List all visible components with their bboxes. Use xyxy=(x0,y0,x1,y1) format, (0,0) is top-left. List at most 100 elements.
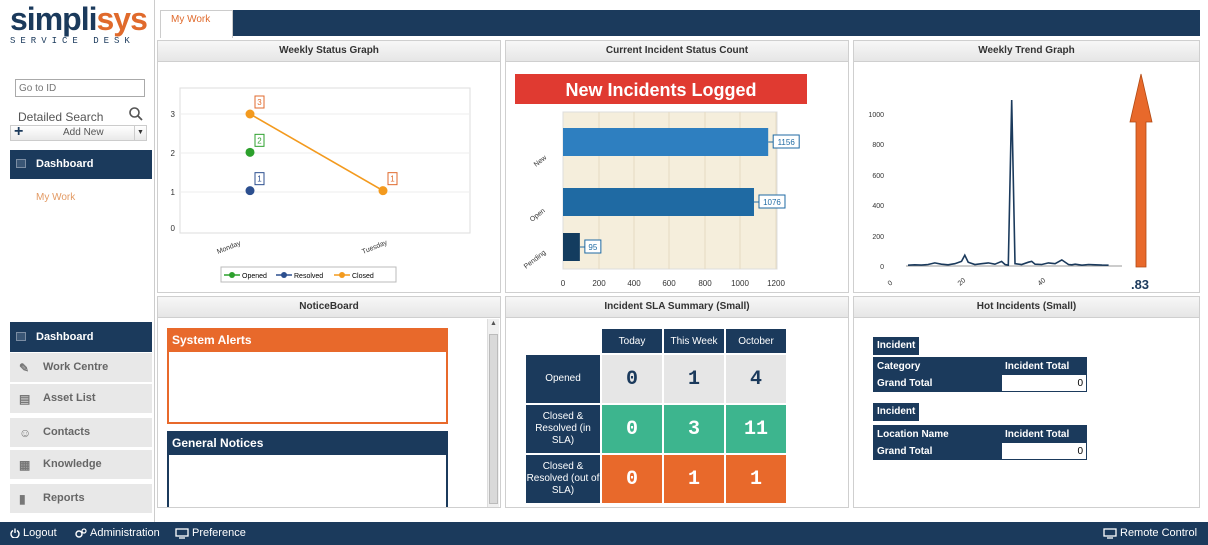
dashboard-icon xyxy=(16,332,26,341)
sidebar-item-work-centre[interactable]: ✎ Work Centre xyxy=(10,353,152,383)
column-header: October xyxy=(726,329,786,353)
x-tick: 0 xyxy=(561,279,566,288)
gears-icon xyxy=(75,528,87,538)
sidebar-item-dashboard-top[interactable]: Dashboard xyxy=(10,150,152,179)
remote-control-button[interactable]: Remote Control xyxy=(1103,527,1197,539)
sla-value[interactable]: 0 xyxy=(602,355,662,403)
y-tick: 0 xyxy=(171,224,176,233)
sidebar-item-knowledge[interactable]: ▦ Knowledge xyxy=(10,450,152,480)
row-header: Closed & Resolved (in SLA) xyxy=(526,405,600,453)
x-tick: 20 xyxy=(957,277,968,287)
legend[interactable]: Opened Resolved Closed xyxy=(220,266,397,283)
weekly-status-panel: Weekly Status Graph 3 2 1 0 Monday Tuesd… xyxy=(157,40,501,293)
up-arrow-icon xyxy=(1129,73,1153,268)
sidebar-item-label: Reports xyxy=(43,492,85,504)
data-label: 1 xyxy=(257,175,262,184)
legend-label: Opened xyxy=(242,273,267,280)
sla-value[interactable]: 3 xyxy=(664,405,724,453)
incident-tag: Incident xyxy=(873,403,920,421)
bar[interactable] xyxy=(563,233,580,261)
x-tick: Monday xyxy=(216,240,242,256)
bar-label: 95 xyxy=(588,243,597,252)
x-tick: 200 xyxy=(592,279,606,288)
hot-location-table: Location Name Incident Total Grand Total 0 xyxy=(873,425,1087,460)
legend-marker-resolved xyxy=(281,272,287,278)
sidebar-item-dashboard[interactable]: Dashboard xyxy=(10,322,152,352)
bar[interactable] xyxy=(563,128,769,156)
administration-label: Administration xyxy=(90,527,160,539)
y-tick: 3 xyxy=(171,110,176,119)
sla-value[interactable]: 1 xyxy=(664,455,724,503)
sla-value[interactable]: 1 xyxy=(664,355,724,403)
panel-title: Current Incident Status Count xyxy=(506,41,848,62)
bottom-bar: Logout Administration Preference Remote … xyxy=(0,522,1208,545)
x-tick: 800 xyxy=(698,279,712,288)
sidebar-item-label: Dashboard xyxy=(36,331,94,343)
table-row: Opened 0 1 4 xyxy=(526,355,786,403)
bar-label: 1076 xyxy=(763,198,781,207)
goto-id-input[interactable] xyxy=(15,79,145,97)
plus-icon: + xyxy=(14,123,24,140)
sla-value[interactable]: 0 xyxy=(602,405,662,453)
sla-value[interactable]: 1 xyxy=(726,455,786,503)
sidebar: simplisys SERVICE DESK Detailed Search +… xyxy=(0,0,155,522)
logout-label: Logout xyxy=(23,527,57,539)
x-ticks: Monday Tuesday xyxy=(216,239,389,256)
remote-control-label: Remote Control xyxy=(1120,527,1198,539)
system-alerts-box: System Alerts xyxy=(167,328,448,424)
sla-table: Today This Week October Opened 0 1 4 Clo… xyxy=(524,327,788,505)
data-point[interactable] xyxy=(378,186,388,196)
row-header: Grand Total xyxy=(873,442,1002,460)
preference-button[interactable]: Preference xyxy=(175,527,246,539)
category-label: Open xyxy=(529,207,547,223)
scroll-up-icon[interactable]: ▲ xyxy=(490,320,497,327)
grand-total-value: 0 xyxy=(1001,442,1087,460)
sidebar-item-label: Dashboard xyxy=(36,158,94,170)
chevron-down-icon[interactable]: ▼ xyxy=(134,126,146,140)
data-point[interactable] xyxy=(245,109,255,119)
column-header: Incident Total xyxy=(1001,357,1087,375)
logo[interactable]: simplisys SERVICE DESK xyxy=(10,3,155,46)
sidebar-item-asset-list[interactable]: ▤ Asset List xyxy=(10,384,152,414)
current-incident-panel: Current Incident Status Count New Incide… xyxy=(505,40,849,293)
dashboard-icon xyxy=(16,159,26,168)
scrollbar-thumb[interactable] xyxy=(489,334,498,504)
tab-my-work[interactable]: My Work xyxy=(160,10,233,38)
logout-button[interactable]: Logout xyxy=(10,527,57,539)
banner-text: New Incidents Logged xyxy=(565,80,756,100)
noticeboard-scrollbar[interactable]: ▲ xyxy=(487,319,499,507)
app-window: simplisys SERVICE DESK Detailed Search +… xyxy=(0,0,1208,545)
sidebar-item-reports[interactable]: ▮ Reports xyxy=(10,484,152,514)
asset-icon: ▤ xyxy=(19,392,31,406)
sidebar-item-contacts[interactable]: ☺ Contacts xyxy=(10,418,152,448)
data-label: 3 xyxy=(257,98,262,107)
panel-title: Weekly Status Graph xyxy=(158,41,500,62)
weekly-status-chart: 3 2 1 0 Monday Tuesday 3 2 1 1 Opened Resol… xyxy=(171,87,471,283)
book-icon: ▦ xyxy=(19,458,31,472)
trend-line xyxy=(907,99,1109,267)
sla-value[interactable]: 11 xyxy=(726,405,786,453)
contacts-icon: ☺ xyxy=(19,426,32,440)
detailed-search-link[interactable]: Detailed Search xyxy=(18,110,103,124)
general-notices-title: General Notices xyxy=(169,433,446,455)
hot-incidents-panel: Hot Incidents (Small) Incident Category I… xyxy=(853,296,1200,508)
power-icon xyxy=(10,528,20,538)
sla-summary-panel: Incident SLA Summary (Small) Today This … xyxy=(505,296,849,508)
sla-value[interactable]: 0 xyxy=(602,455,662,503)
administration-button[interactable]: Administration xyxy=(75,527,160,539)
bar[interactable] xyxy=(563,188,754,216)
data-point[interactable] xyxy=(245,147,255,157)
data-point[interactable] xyxy=(245,186,255,196)
category-label: Pending xyxy=(523,249,548,270)
x-tick: 1000 xyxy=(731,279,749,288)
my-work-link[interactable]: My Work xyxy=(36,192,75,203)
y-ticks: 3 2 1 0 xyxy=(171,110,176,233)
add-new-dropdown[interactable]: + Add New ▼ xyxy=(10,123,147,141)
search-icon[interactable] xyxy=(128,106,144,122)
logo-subtitle: SERVICE DESK xyxy=(10,36,135,46)
y-tick: 1000 xyxy=(868,112,884,119)
x-ticks: 0 200 400 600 800 1000 1200 xyxy=(561,279,786,288)
y-tick: 200 xyxy=(872,234,884,241)
sla-value[interactable]: 4 xyxy=(726,355,786,403)
hot-category-table: Category Incident Total Grand Total 0 xyxy=(873,357,1087,392)
